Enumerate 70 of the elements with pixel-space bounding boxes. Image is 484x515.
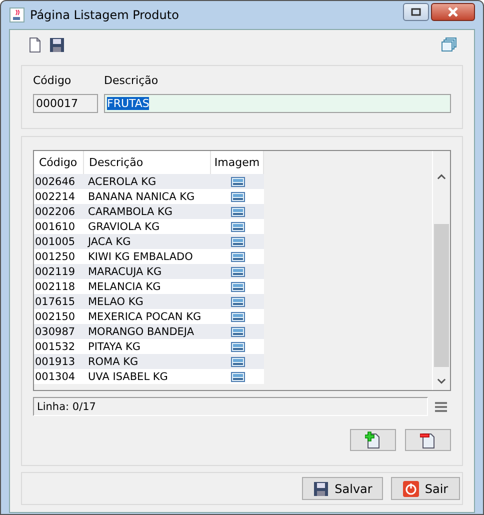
image-icon[interactable] [230, 236, 244, 246]
table-cell-text: 002646 [34, 174, 76, 189]
table-cell-text: 001304 [34, 370, 76, 384]
table-cell-text: MEXERICA POCAN KG [87, 310, 202, 324]
close-icon [447, 7, 459, 17]
add-row-button[interactable] [350, 429, 396, 451]
table-cell-text: KIWI KG EMBALADO [87, 250, 194, 264]
table-cell-text: 002150 [34, 310, 76, 324]
table-cell-text: ROMA KG [87, 354, 140, 369]
column-header[interactable]: Imagem [211, 151, 264, 174]
table-cell-text: BANANA NANICA KG [87, 190, 196, 204]
table-cell-text: UVA ISABEL KG [87, 370, 169, 384]
save-button[interactable]: Salvar [302, 477, 383, 500]
table-cell-text: 001250 [34, 250, 76, 264]
table-cell-text: GRAVIOLA KG [87, 220, 161, 234]
window-title: Página Listagem Produto [30, 8, 179, 22]
table-cell-text: CARAMBOLA KG [87, 204, 174, 219]
image-icon[interactable] [230, 282, 244, 292]
remove-row-button[interactable] [405, 429, 451, 451]
table-cell-text: 001532 [34, 340, 76, 354]
code-field[interactable]: 000017 [33, 94, 98, 113]
description-field[interactable]: FRUTAS [104, 94, 451, 113]
restore-button[interactable] [403, 3, 429, 21]
table-cell-text: ACEROLA KG [87, 174, 158, 189]
table-cell-text: JACA KG [86, 234, 132, 249]
image-icon[interactable] [230, 266, 244, 276]
remove-document-icon [420, 431, 436, 449]
table-cell-text: 001913 [34, 354, 76, 369]
table-cell-text: MELANCIA KG [87, 280, 162, 294]
table-cell-text: 030987 [34, 324, 76, 339]
new-document-icon[interactable] [27, 37, 43, 53]
image-icon[interactable] [230, 206, 244, 216]
image-icon[interactable] [230, 176, 244, 186]
column-header[interactable]: Código [34, 151, 84, 174]
image-icon[interactable] [230, 252, 244, 262]
windows-icon[interactable] [441, 37, 457, 53]
close-button[interactable] [431, 3, 475, 21]
table-cell-text: MORANGO BANDEJA [87, 324, 196, 339]
restore-icon [411, 8, 421, 16]
save-icon[interactable] [49, 37, 65, 53]
table-cell-text: 002206 [34, 204, 76, 219]
table-cell-text: 002119 [34, 264, 76, 279]
image-icon[interactable] [230, 356, 244, 366]
table-cell-text: 001610 [34, 220, 76, 234]
table-cell-text: 002118 [34, 280, 76, 294]
table-cell-text: 001005 [34, 234, 76, 249]
image-icon[interactable] [230, 372, 244, 382]
image-icon[interactable] [230, 312, 244, 322]
image-icon[interactable] [230, 222, 244, 232]
selected-text: FRUTAS [107, 97, 150, 110]
table-cell-text: 017615 [34, 294, 76, 309]
image-icon[interactable] [230, 296, 244, 306]
table-cell-text: 002214 [34, 190, 76, 204]
table-cell-text: MELAO KG [87, 294, 144, 309]
column-header[interactable]: Descrição [84, 151, 211, 174]
image-icon[interactable] [230, 342, 244, 352]
power-icon [402, 480, 419, 496]
description-label: Descrição [104, 74, 158, 87]
menu-icon[interactable] [435, 400, 447, 412]
add-document-icon [365, 431, 381, 449]
row-counter: Linha: 0/17 [33, 397, 428, 416]
image-icon[interactable] [230, 192, 244, 202]
scroll-thumb[interactable] [434, 224, 449, 366]
scrollbar[interactable] [432, 151, 450, 390]
image-icon[interactable] [230, 326, 244, 336]
code-label: Código [33, 74, 72, 87]
table-cell-text: PITAYA KG [87, 340, 142, 354]
table-cell-text: MARACUJA KG [87, 264, 163, 279]
save-icon [312, 480, 329, 496]
exit-button[interactable]: Sair [391, 477, 460, 500]
